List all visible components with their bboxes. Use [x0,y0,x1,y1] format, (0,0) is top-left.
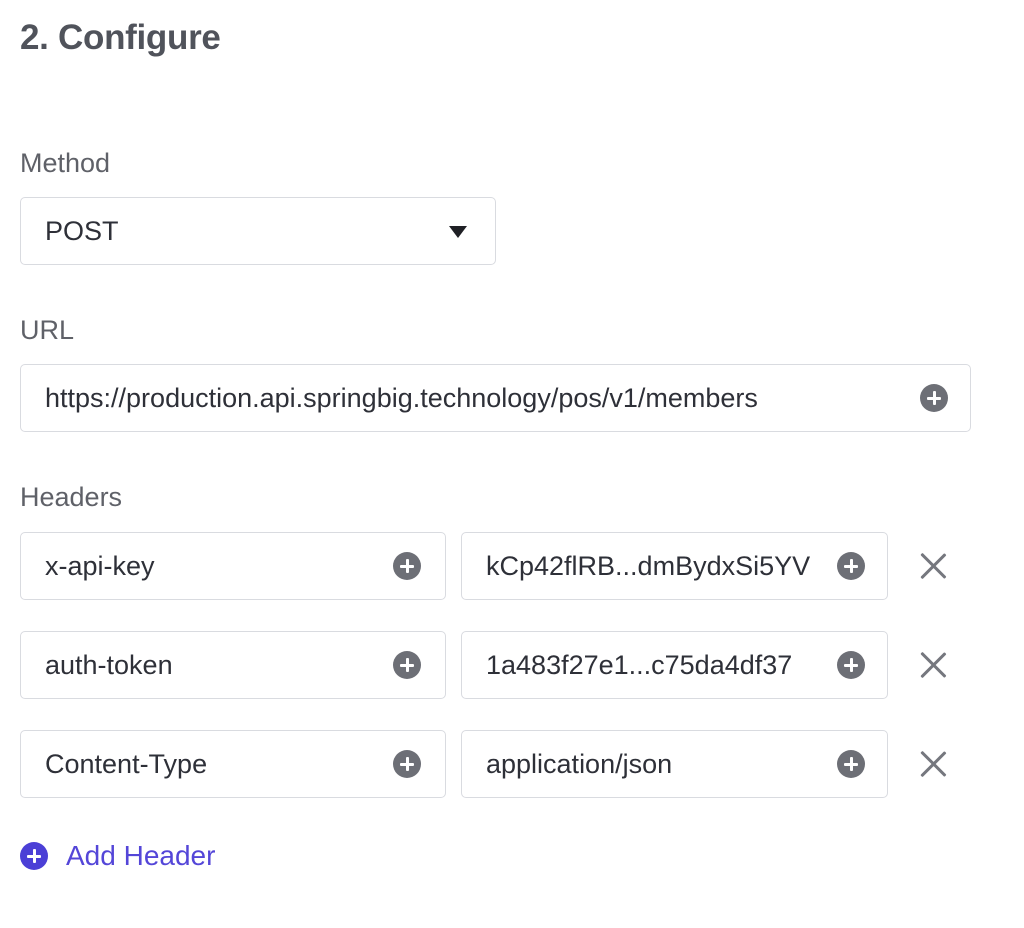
plus-circle-icon[interactable] [393,552,421,580]
url-value: https://production.api.springbig.technol… [45,382,758,413]
header-key-input[interactable]: Content-Type [20,730,446,798]
plus-circle-icon[interactable] [920,384,948,412]
add-header-button[interactable]: Add Header [20,840,215,872]
section-title: 2. Configure [20,18,221,57]
headers-label: Headers [20,482,123,512]
header-key-value: Content-Type [45,748,208,779]
add-header-label: Add Header [66,840,216,871]
header-value-input[interactable]: application/json [461,730,888,798]
plus-circle-icon[interactable] [393,651,421,679]
url-label: URL [20,315,75,345]
header-key-input[interactable]: x-api-key [20,532,446,600]
plus-circle-icon[interactable] [837,552,865,580]
url-input[interactable]: https://production.api.springbig.technol… [20,364,971,432]
plus-circle-icon[interactable] [837,750,865,778]
method-selected-value: POST [45,215,119,246]
header-key-input[interactable]: auth-token [20,631,446,699]
caret-down-icon [449,226,467,238]
plus-circle-icon[interactable] [837,651,865,679]
method-select[interactable]: POST [20,197,496,265]
header-value-text: application/json [486,748,673,779]
close-icon[interactable] [918,551,948,581]
header-key-value: auth-token [45,649,173,680]
header-value-input[interactable]: 1a483f27e1...c75da4df37 [461,631,888,699]
header-value-text: kCp42flRB...dmBydxSi5YV [486,550,811,581]
plus-circle-icon [20,842,48,870]
header-value-input[interactable]: kCp42flRB...dmBydxSi5YV [461,532,888,600]
close-icon[interactable] [918,650,948,680]
method-label: Method [20,148,111,178]
header-value-text: 1a483f27e1...c75da4df37 [486,649,793,680]
close-icon[interactable] [918,749,948,779]
header-key-value: x-api-key [45,550,155,581]
plus-circle-icon[interactable] [393,750,421,778]
